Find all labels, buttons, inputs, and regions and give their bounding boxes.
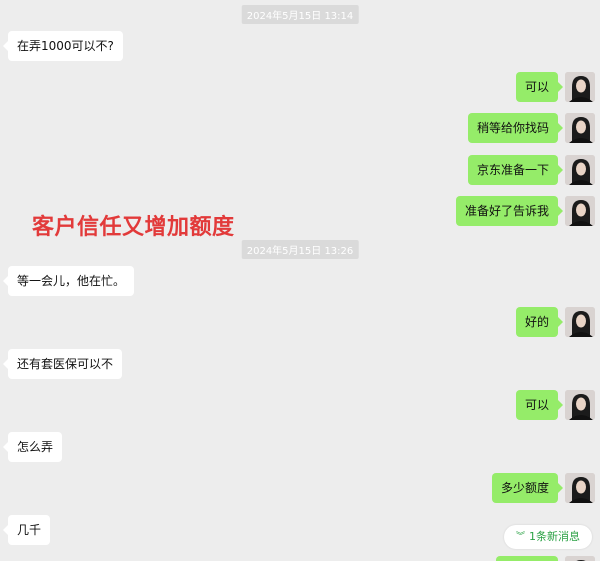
avatar-image <box>565 72 595 102</box>
avatar-image <box>565 113 595 143</box>
message-outgoing[interactable]: 可以 <box>515 72 564 102</box>
avatar-image <box>565 390 595 420</box>
avatar-image <box>565 155 595 185</box>
overlay-caption: 客户信任又增加额度 <box>32 215 235 240</box>
message-incoming[interactable]: 还有套医保可以不 <box>2 349 123 379</box>
avatar[interactable] <box>565 390 595 420</box>
message-incoming[interactable]: 几千 <box>2 515 51 545</box>
timestamp: 2024年5月15日 13:14 <box>241 5 359 24</box>
message-incoming[interactable]: 在弄1000可以不? <box>3 31 123 61</box>
avatar[interactable] <box>565 155 595 185</box>
new-message-indicator[interactable]: ︾ 1条新消息 <box>504 525 593 549</box>
avatar[interactable] <box>565 196 595 226</box>
double-chevron-down-icon: ︾ <box>516 532 526 542</box>
message-outgoing[interactable]: 多少额度 <box>491 473 564 503</box>
message-outgoing[interactable]: 准备好了告诉我 <box>455 196 564 226</box>
avatar[interactable] <box>565 72 595 102</box>
avatar-image <box>565 473 595 503</box>
avatar[interactable] <box>565 113 595 143</box>
timestamp: 2024年5月15日 13:26 <box>241 240 359 259</box>
message-outgoing[interactable]: 好的 <box>515 307 564 337</box>
avatar-image <box>565 196 595 226</box>
message-outgoing[interactable]: 可以 <box>515 390 564 420</box>
message-outgoing[interactable]: 京东准备一下 <box>467 155 564 185</box>
new-message-label: 1条新消息 <box>529 530 581 543</box>
message-outgoing-partial[interactable] <box>496 556 558 561</box>
avatar-image <box>565 307 595 337</box>
message-incoming[interactable]: 等一会儿，他在忙。 <box>2 266 135 296</box>
chat-window: 2024年5月15日 13:14 在弄1000可以不? 可以 稍等给你找码 京东… <box>0 0 600 561</box>
avatar[interactable] <box>565 307 595 337</box>
message-outgoing[interactable]: 稍等给你找码 <box>467 113 564 143</box>
message-incoming[interactable]: 怎么弄 <box>2 432 63 462</box>
avatar[interactable] <box>565 556 595 561</box>
avatar[interactable] <box>565 473 595 503</box>
avatar-image <box>565 556 595 561</box>
